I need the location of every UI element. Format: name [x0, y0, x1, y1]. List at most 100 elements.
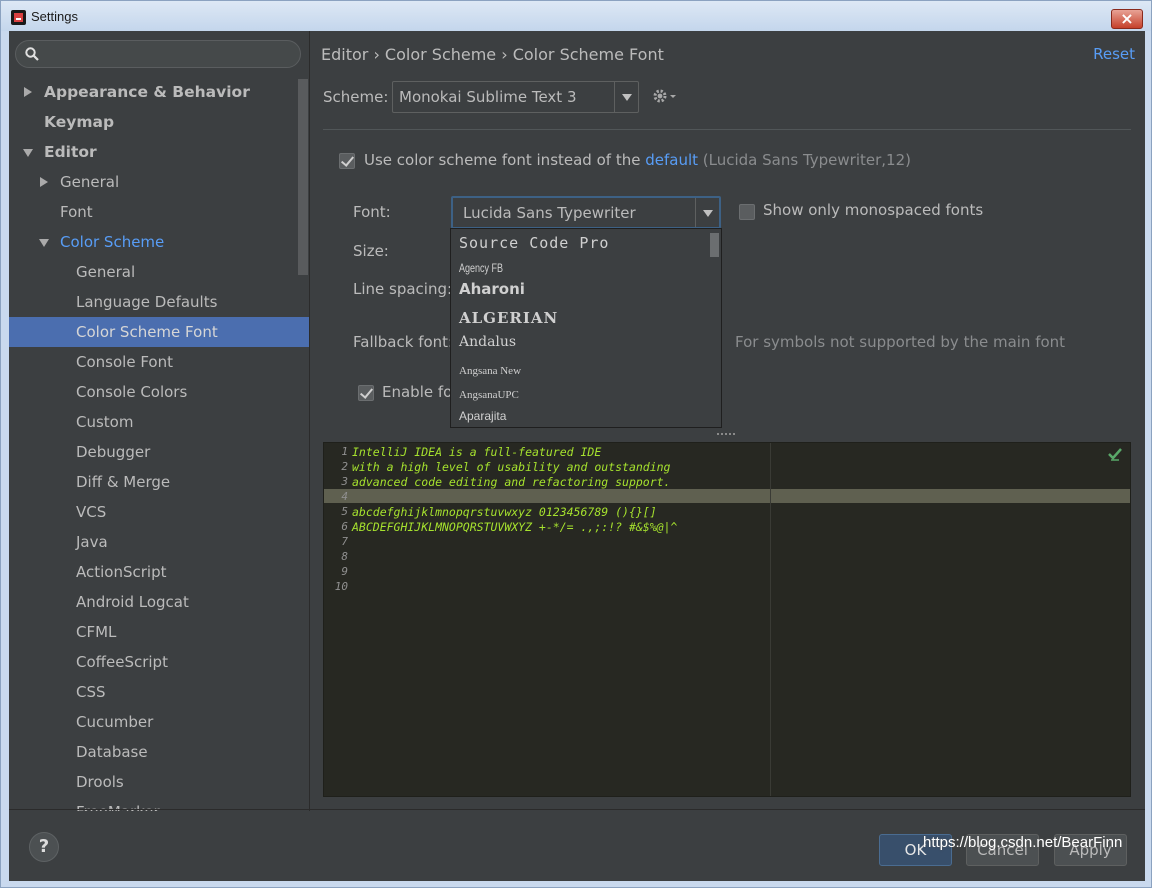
sidebar-item-cucumber[interactable]: Cucumber [9, 707, 309, 737]
sidebar-item-coffeescript[interactable]: CoffeeScript [9, 647, 309, 677]
use-scheme-font-text: Use color scheme font instead of the [364, 151, 641, 169]
fallback-font-hint: For symbols not supported by the main fo… [735, 333, 1066, 351]
sidebar-item-label: Cucumber [76, 713, 154, 731]
window-title: Settings [31, 9, 78, 24]
settings-content: Appearance & Behavior Keymap Editor Gene… [9, 31, 1145, 881]
line-number: 8 [341, 550, 348, 563]
sidebar-item-label: CSS [76, 683, 106, 701]
section-separator [323, 129, 1131, 130]
sidebar-item-java[interactable]: Java [9, 527, 309, 557]
fallback-font-label: Fallback font: [353, 333, 454, 351]
sidebar-item-label: Drools [76, 773, 124, 791]
sidebar-item-android-logcat[interactable]: Android Logcat [9, 587, 309, 617]
font-preview-editor[interactable]: 1 IntelliJ IDEA is a full-featured IDE 2 wi… [323, 442, 1131, 797]
font-option[interactable]: ALGERIAN [459, 309, 558, 327]
sidebar-item-label: CoffeeScript [76, 653, 168, 671]
right-margin-guide [770, 443, 771, 796]
sidebar-item-label: Debugger [76, 443, 151, 461]
sidebar-item-label: Android Logcat [76, 593, 189, 611]
sidebar-item-language-defaults[interactable]: Language Defaults [9, 287, 309, 317]
sidebar-item-actionscript[interactable]: ActionScript [9, 557, 309, 587]
sidebar-item-label: Language Defaults [76, 293, 218, 311]
settings-sidebar: Appearance & Behavior Keymap Editor Gene… [9, 31, 309, 811]
sidebar-item-label: Font [60, 203, 93, 221]
intellij-app-icon [11, 10, 26, 25]
sidebar-item-label: Java [76, 533, 108, 551]
sidebar-item-label: Color Scheme Font [76, 323, 218, 341]
sidebar-item-keymap[interactable]: Keymap [9, 107, 309, 137]
sidebar-item-console-font[interactable]: Console Font [9, 347, 309, 377]
font-option[interactable]: Aparajita [459, 409, 506, 423]
close-window-button[interactable]: × [1111, 9, 1143, 29]
help-button[interactable]: ? [29, 832, 59, 862]
settings-search-input[interactable] [15, 40, 301, 68]
sidebar-item-label: General [60, 173, 120, 191]
expand-arrow-icon[interactable] [24, 87, 32, 97]
sidebar-item-color-scheme-font[interactable]: Color Scheme Font [9, 317, 309, 347]
sidebar-item-label: Diff & Merge [76, 473, 171, 491]
font-option[interactable]: Agency FB [459, 261, 503, 275]
sidebar-item-label: Console Colors [76, 383, 188, 401]
enable-ligatures-label: Enable for [382, 383, 459, 401]
reset-link[interactable]: Reset [1093, 45, 1135, 63]
enable-ligatures-checkbox[interactable] [358, 385, 374, 401]
sidebar-item-font[interactable]: Font [9, 197, 309, 227]
sidebar-scrollbar[interactable] [298, 79, 308, 275]
default-font-link[interactable]: default [645, 151, 698, 169]
sidebar-item-console-colors[interactable]: Console Colors [9, 377, 309, 407]
sidebar-item-drools[interactable]: Drools [9, 767, 309, 797]
sidebar-item-custom[interactable]: Custom [9, 407, 309, 437]
font-option[interactable]: Aharoni [459, 280, 525, 298]
expand-arrow-icon[interactable] [40, 177, 48, 187]
sidebar-item-label: General [76, 263, 136, 281]
collapse-arrow-icon[interactable] [23, 149, 33, 157]
font-option[interactable]: Andalus [459, 334, 516, 350]
bottom-separator [9, 809, 1145, 810]
sidebar-item-appearance-behavior[interactable]: Appearance & Behavior [9, 77, 309, 107]
line-number: 10 [334, 580, 348, 593]
sidebar-item-label: Custom [76, 413, 134, 431]
collapse-arrow-icon[interactable] [39, 239, 49, 247]
chevron-down-icon[interactable] [695, 198, 719, 227]
sidebar-item-label: Keymap [44, 113, 115, 131]
sidebar-item-color-scheme[interactable]: Color Scheme [9, 227, 309, 257]
font-option[interactable]: Angsana New [459, 365, 521, 377]
check-icon [1108, 448, 1122, 461]
font-option[interactable]: Source Code Pro [459, 234, 609, 252]
sidebar-item-label: Console Font [76, 353, 173, 371]
use-scheme-font-checkbox[interactable] [339, 153, 355, 169]
sidebar-item-database[interactable]: Database [9, 737, 309, 767]
sidebar-item-label: Appearance & Behavior [44, 83, 250, 101]
sidebar-item-css[interactable]: CSS [9, 677, 309, 707]
title-bar[interactable]: Settings × [1, 1, 1151, 31]
dropdown-scrollbar[interactable] [710, 233, 719, 257]
font-select[interactable]: Lucida Sans Typewriter [451, 196, 721, 229]
chevron-down-icon[interactable] [614, 82, 638, 112]
size-label: Size: [353, 242, 389, 260]
gear-icon[interactable] [651, 85, 677, 107]
sidebar-item-debugger[interactable]: Debugger [9, 437, 309, 467]
sidebar-item-vcs[interactable]: VCS [9, 497, 309, 527]
code-line: abcdefghijklmnopqrstuvwxyz 0123456789 ()… [352, 505, 657, 519]
line-number: 3 [341, 475, 348, 488]
font-select-value: Lucida Sans Typewriter [463, 204, 636, 222]
panel-divider[interactable] [309, 31, 310, 811]
sidebar-item-cfml[interactable]: CFML [9, 617, 309, 647]
code-line: with a high level of usability and outst… [352, 460, 671, 474]
font-option[interactable]: AngsanaUPC [459, 389, 519, 401]
sidebar-item-editor-general[interactable]: General [9, 167, 309, 197]
code-line: ABCDEFGHIJKLMNOPQRSTUVWXYZ +-*/= .,;:!? … [352, 520, 678, 534]
sidebar-item-editor[interactable]: Editor [9, 137, 309, 167]
scheme-select-value: Monokai Sublime Text 3 [399, 88, 577, 106]
sidebar-item-diff-merge[interactable]: Diff & Merge [9, 467, 309, 497]
breadcrumb: Editor › Color Scheme › Color Scheme Fon… [321, 45, 664, 64]
resize-grip-icon[interactable] [717, 431, 737, 437]
watermark: https://blog.csdn.net/BearFinn [923, 834, 1123, 851]
line-number: 2 [341, 460, 348, 473]
caret-row-highlight [324, 489, 1130, 503]
sidebar-item-color-scheme-general[interactable]: General [9, 257, 309, 287]
scheme-label: Scheme: [323, 88, 389, 106]
mono-only-checkbox[interactable] [739, 204, 755, 220]
sidebar-item-label: ActionScript [76, 563, 167, 581]
scheme-select[interactable]: Monokai Sublime Text 3 [392, 81, 639, 113]
